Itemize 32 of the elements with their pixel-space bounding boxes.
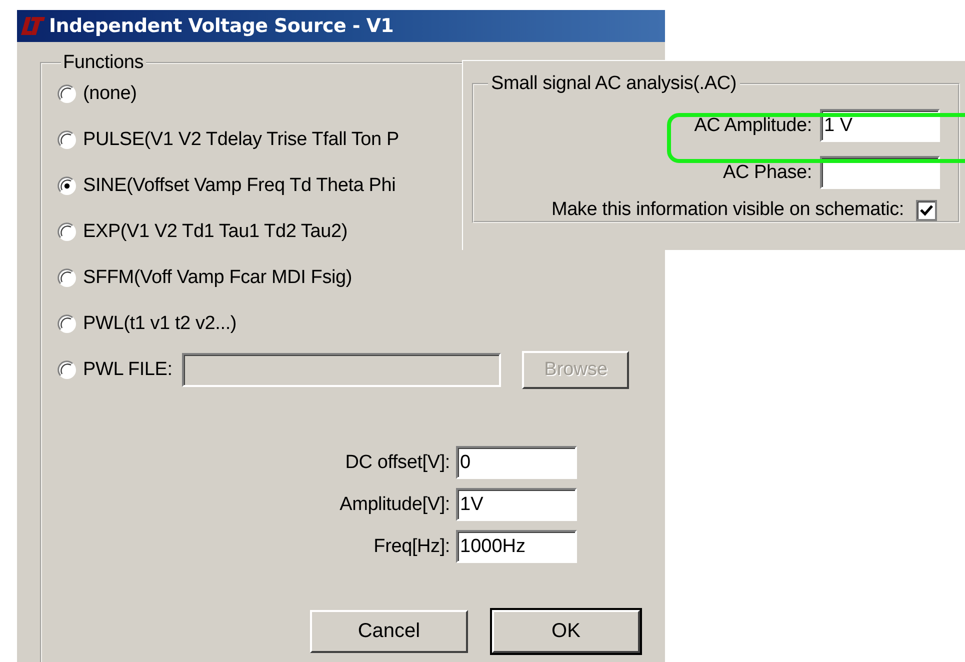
option-label: EXP(V1 V2 Td1 Tau1 Td2 Tau2) <box>83 221 348 243</box>
radio-button[interactable] <box>57 84 77 104</box>
radio-button[interactable] <box>57 314 77 334</box>
radio-button[interactable] <box>57 360 77 380</box>
option-label: PULSE(V1 V2 Tdelay Trise Tfall Ton P <box>83 129 399 151</box>
option-label: (none) <box>83 83 137 105</box>
field-label: AC Phase: <box>722 162 812 184</box>
field-label: Freq[Hz]: <box>372 536 450 558</box>
logo-icon <box>20 15 46 37</box>
group-title: Functions <box>62 52 145 74</box>
radio-button[interactable] <box>57 222 77 242</box>
option-label: SINE(Voffset Vamp Freq Td Theta Phi <box>83 175 396 197</box>
option-label: PWL(t1 v1 t2 v2...) <box>83 313 237 335</box>
dialog-button[interactable]: OK <box>492 610 640 653</box>
checkbox[interactable] <box>916 200 937 220</box>
radio-button[interactable] <box>57 268 77 288</box>
radio-button[interactable] <box>57 176 77 196</box>
text-field[interactable]: 1 V <box>820 109 940 142</box>
text-field[interactable]: 1V <box>456 488 577 521</box>
dialog-button[interactable]: Cancel <box>310 610 468 653</box>
text-field[interactable] <box>820 156 940 189</box>
field-label: AC Amplitude: <box>694 114 812 136</box>
option-label: SFFM(Voff Vamp Fcar MDI Fsig) <box>83 267 352 289</box>
field-label: Amplitude[V]: <box>338 494 450 516</box>
option-label: PWL FILE: <box>83 359 172 381</box>
checkbox-label: Make this information visible on schematic: <box>551 199 904 221</box>
text-field[interactable]: 1000Hz <box>456 530 577 563</box>
window-title: Independent Voltage Source - V1 <box>49 15 394 37</box>
radio-button[interactable] <box>57 130 77 150</box>
group-title: Small signal AC analysis(.AC) <box>490 73 738 95</box>
field-label: DC offset[V]: <box>344 452 450 474</box>
text-field[interactable]: 0 <box>456 446 577 479</box>
